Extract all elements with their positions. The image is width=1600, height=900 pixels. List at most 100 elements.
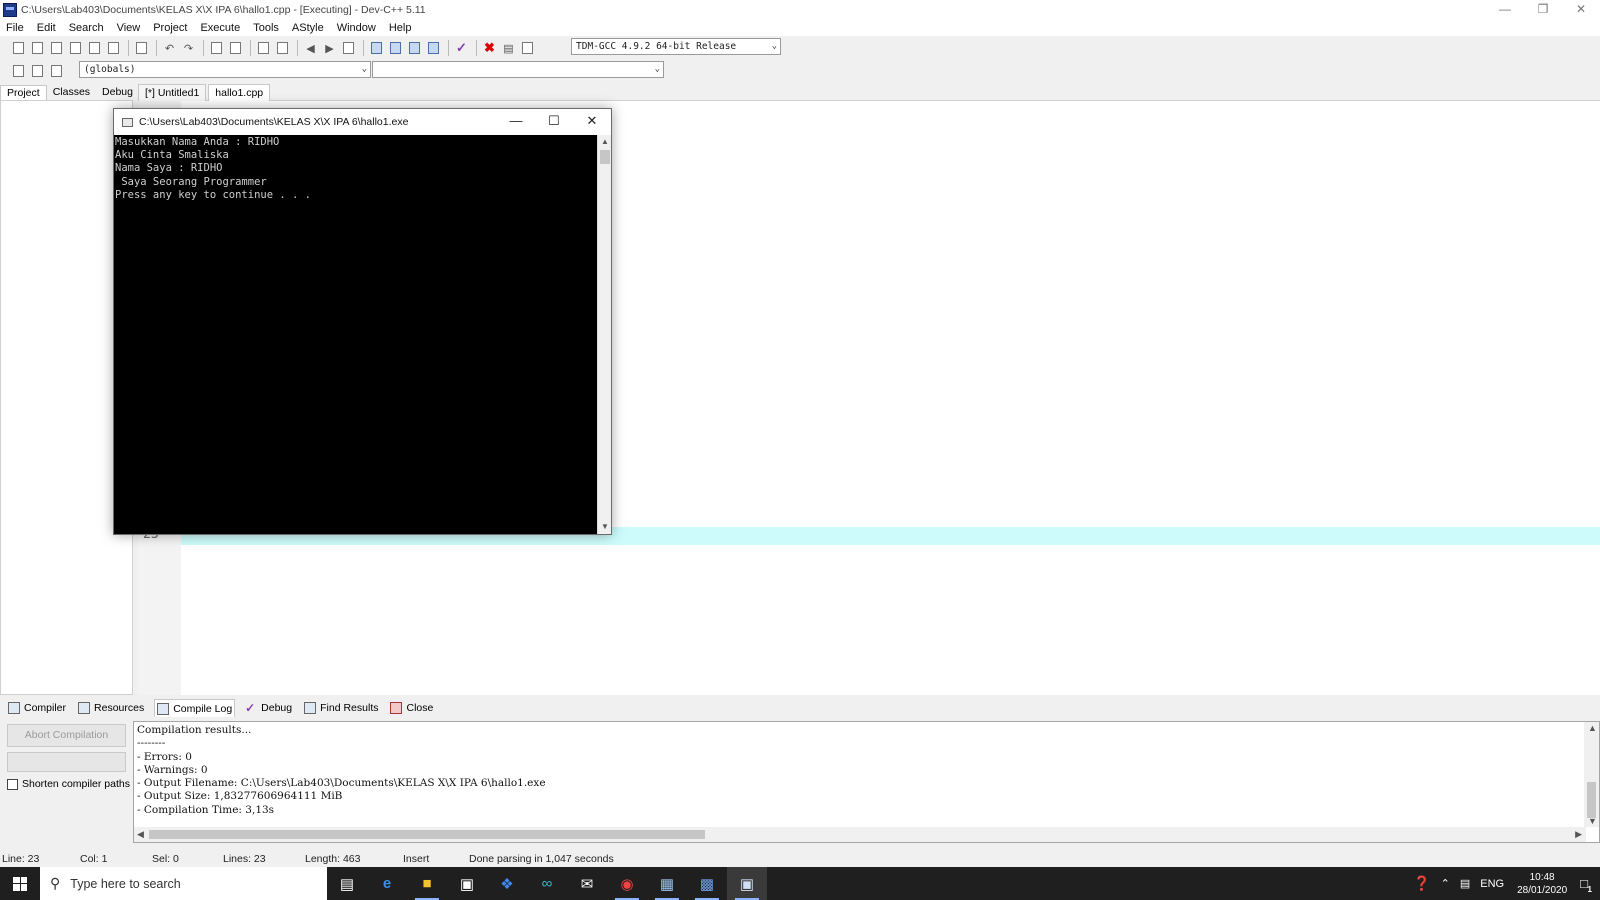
arduino-icon[interactable]: ∞ [527, 867, 567, 900]
scroll-left-icon[interactable]: ◀ [137, 829, 144, 840]
devcpp-taskbar-icon[interactable]: ▩ [687, 867, 727, 900]
file-explorer-icon[interactable]: ■ [407, 867, 447, 900]
chrome-icon[interactable]: ◉ [607, 867, 647, 900]
tab-hallo1-cpp[interactable]: hallo1.cpp [208, 84, 271, 101]
minimize-button[interactable]: — [1486, 0, 1524, 20]
help-icon[interactable]: ❓ [1413, 875, 1430, 892]
close-file-icon[interactable] [86, 40, 103, 57]
profile-chart-icon[interactable]: ▤ [500, 40, 517, 57]
tab-close[interactable]: Close [388, 699, 435, 717]
tab-compile-log[interactable]: Compile Log [154, 699, 236, 717]
find-icon[interactable] [208, 40, 225, 57]
debug-check-icon[interactable]: ✓ [453, 40, 470, 57]
goto-icon[interactable] [48, 63, 65, 80]
replace-icon[interactable] [227, 40, 244, 57]
unindent-icon[interactable] [274, 40, 291, 57]
bottom-panel-tabs: Compiler Resources Compile Log ✓ Debug Fi… [0, 698, 1600, 718]
scroll-up-icon[interactable]: ▲ [1588, 723, 1597, 733]
scroll-up-icon[interactable]: ▲ [598, 135, 612, 149]
task-view-icon[interactable]: ▤ [327, 867, 367, 900]
compiler-select[interactable]: TDM-GCC 4.9.2 64-bit Release ⌄ [571, 38, 781, 55]
menu-project[interactable]: Project [147, 22, 194, 34]
console-minimize-button[interactable]: — [497, 109, 535, 135]
compile-icon[interactable] [368, 40, 385, 57]
paint-icon[interactable]: ▦ [647, 867, 687, 900]
tab-compiler[interactable]: Compiler [6, 699, 68, 717]
undo-icon[interactable]: ↶ [161, 40, 178, 57]
toggle-bookmark-icon[interactable] [340, 40, 357, 57]
scroll-down-icon[interactable]: ▼ [598, 520, 612, 534]
console-window[interactable]: C:\Users\Lab403\Documents\KELAS X\X IPA … [113, 108, 612, 535]
redo-icon[interactable]: ↷ [180, 40, 197, 57]
scroll-right-icon[interactable]: ▶ [1575, 829, 1582, 840]
menu-view[interactable]: View [111, 22, 148, 34]
tab-debug-bottom[interactable]: ✓ Debug [243, 699, 294, 717]
chevron-down-icon: ⌄ [361, 64, 367, 74]
abort-compilation-button[interactable]: Abort Compilation [7, 724, 126, 747]
taskbar-search-box[interactable]: ⚲ Type here to search [40, 867, 327, 900]
console-taskbar-icon[interactable]: ▣ [727, 867, 767, 900]
system-tray: ❓ ⌃ ▤ ENG 10:48 28/01/2020 □ 1 [1408, 867, 1600, 900]
scroll-down-icon[interactable]: ▼ [1588, 816, 1597, 826]
scroll-thumb[interactable] [600, 150, 610, 164]
save-icon[interactable] [48, 40, 65, 57]
open-file-icon[interactable] [29, 40, 46, 57]
left-panel-tabs: Project Classes Debug [0, 83, 133, 101]
scroll-thumb[interactable] [1587, 782, 1596, 818]
stop-execution-icon[interactable]: ✖ [481, 40, 498, 57]
console-close-button[interactable]: ✕ [573, 109, 611, 135]
chevron-up-icon[interactable]: ⌃ [1441, 877, 1450, 890]
rebuild-all-icon[interactable] [425, 40, 442, 57]
save-all-icon[interactable] [67, 40, 84, 57]
console-scrollbar[interactable]: ▲ ▼ [597, 135, 611, 534]
scope-select[interactable]: (globals) ⌄ [79, 61, 371, 78]
console-maximize-button[interactable]: ☐ [535, 109, 573, 135]
store-icon[interactable]: ▣ [447, 867, 487, 900]
goto-forward-icon[interactable]: ▶ [321, 40, 338, 57]
shorten-paths-row[interactable]: Shorten compiler paths [7, 778, 130, 790]
new-file-icon[interactable] [10, 40, 27, 57]
edge-browser-icon[interactable]: e [367, 867, 407, 900]
menu-astyle[interactable]: AStyle [286, 22, 331, 34]
mail-icon[interactable]: ✉ [567, 867, 607, 900]
tab-project[interactable]: Project [0, 85, 47, 101]
tab-close-label: Close [406, 702, 434, 714]
indent-icon[interactable] [255, 40, 272, 57]
insert-icon[interactable] [10, 63, 27, 80]
menu-help[interactable]: Help [383, 22, 419, 34]
start-button[interactable] [0, 867, 40, 900]
close-button[interactable]: ✕ [1562, 0, 1600, 20]
goto-back-icon[interactable]: ◀ [302, 40, 319, 57]
delete-profile-icon[interactable] [519, 40, 536, 57]
print-icon[interactable] [133, 40, 150, 57]
taskbar-search-placeholder: Type here to search [70, 876, 181, 891]
menu-window[interactable]: Window [331, 22, 383, 34]
menu-tools[interactable]: Tools [247, 22, 286, 34]
function-select[interactable]: ⌄ [372, 61, 664, 78]
menu-edit[interactable]: Edit [31, 22, 63, 34]
restore-button[interactable]: ❐ [1524, 0, 1562, 20]
tab-find-results[interactable]: Find Results [302, 699, 380, 717]
notification-icon[interactable]: □ 1 [1580, 876, 1592, 894]
tab-debug[interactable]: Debug [96, 85, 139, 101]
tab-untitled1[interactable]: [*] Untitled1 [138, 84, 207, 101]
close-all-icon[interactable] [105, 40, 122, 57]
menu-file[interactable]: File [0, 22, 31, 34]
network-icon[interactable]: ▤ [1460, 877, 1470, 890]
run-icon[interactable] [387, 40, 404, 57]
tab-classes[interactable]: Classes [47, 85, 96, 101]
compile-log-output[interactable]: Compilation results... -------- - Errors… [133, 721, 1600, 843]
log-vertical-scrollbar[interactable]: ▲ ▼ [1584, 722, 1599, 827]
menu-execute[interactable]: Execute [194, 22, 247, 34]
tab-resources[interactable]: Resources [76, 699, 146, 717]
console-output[interactable]: Masukkan Nama Anda : RIDHO Aku Cinta Sma… [114, 135, 598, 534]
clock[interactable]: 10:48 28/01/2020 [1517, 871, 1567, 897]
toggle-icon[interactable] [29, 63, 46, 80]
language-indicator[interactable]: ENG [1480, 878, 1504, 890]
shorten-paths-checkbox[interactable] [7, 778, 18, 790]
dropbox-icon[interactable]: ❖ [487, 867, 527, 900]
scroll-thumb[interactable] [149, 830, 705, 839]
menu-search[interactable]: Search [63, 22, 111, 34]
compile-run-icon[interactable] [406, 40, 423, 57]
log-horizontal-scrollbar[interactable]: ◀ ▶ [134, 827, 1586, 842]
